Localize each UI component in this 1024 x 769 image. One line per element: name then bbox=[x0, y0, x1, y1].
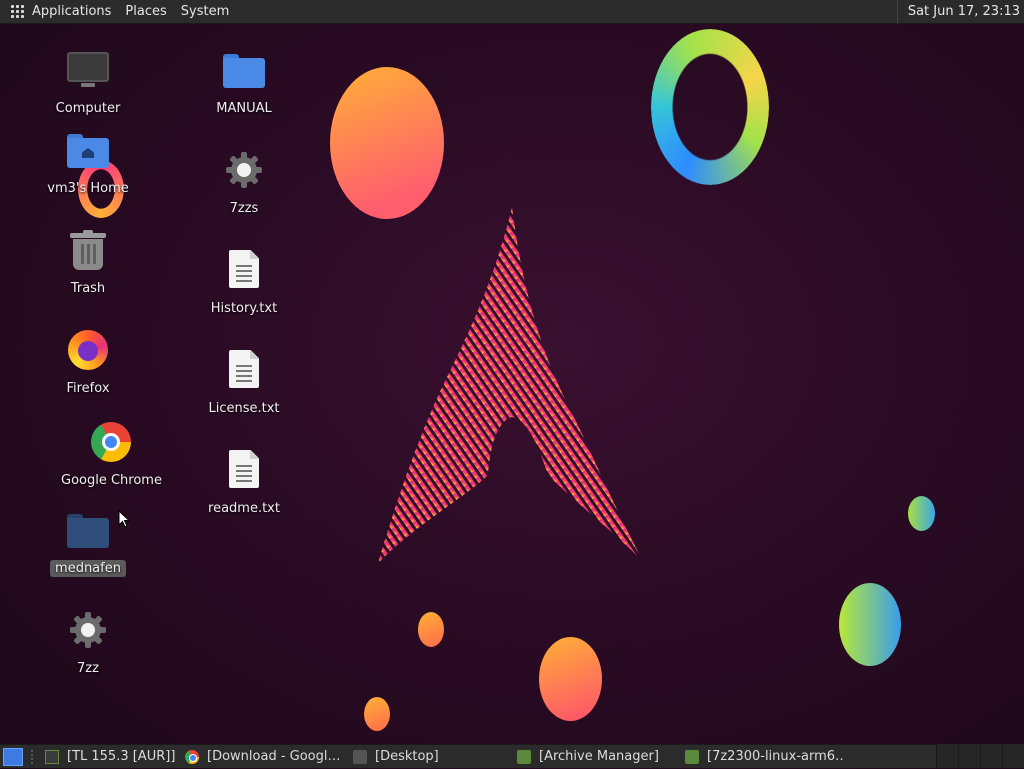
show-desktop-button[interactable] bbox=[3, 747, 23, 766]
taskbar-task-label: [Download - Googl… bbox=[207, 749, 341, 764]
workspace-2[interactable] bbox=[958, 744, 981, 768]
desktop-icon-label: Trash bbox=[70, 281, 106, 296]
taskbar-separator bbox=[31, 749, 35, 764]
desktop-icon-label: MANUAL bbox=[216, 101, 272, 116]
home-folder-icon bbox=[67, 134, 109, 168]
firefox-icon bbox=[68, 330, 108, 370]
menu-places[interactable]: Places bbox=[125, 4, 166, 19]
desktop-icon-trash[interactable]: Trash bbox=[33, 228, 143, 297]
terminal-icon bbox=[45, 749, 59, 764]
taskbar-task-label: [TL 155.3 [AUR]] bbox=[67, 749, 176, 764]
desktop-icon-label: 7zz bbox=[77, 661, 99, 676]
desktop-icon-label: History.txt bbox=[210, 301, 278, 316]
desktop-icon-7zzs[interactable]: 7zzs bbox=[189, 148, 299, 217]
archive-icon bbox=[685, 749, 699, 764]
menu-applications[interactable]: Applications bbox=[32, 4, 111, 19]
taskbar-task-label: [Desktop] bbox=[375, 749, 439, 764]
desktop-icon-home[interactable]: vm3's Home bbox=[33, 128, 143, 197]
wallpaper-orange-dot bbox=[418, 612, 444, 647]
trash-icon bbox=[70, 230, 106, 270]
desktop-icon bbox=[353, 749, 367, 764]
text-file-icon bbox=[229, 250, 259, 288]
desktop-icon-label: Computer bbox=[55, 101, 121, 116]
wallpaper-orange-oval-bottom bbox=[539, 637, 602, 721]
desktop-icon-7zz[interactable]: 7zz bbox=[33, 608, 143, 677]
workspace-1[interactable] bbox=[936, 744, 959, 768]
wallpaper-orange-oval bbox=[330, 67, 444, 219]
desktop-icon-label: readme.txt bbox=[208, 501, 280, 516]
desktop-icon-history-txt[interactable]: History.txt bbox=[189, 248, 299, 317]
desktop-icon-computer[interactable]: Computer bbox=[33, 48, 143, 117]
desktop-icon-label: Google Chrome bbox=[61, 473, 162, 488]
taskbar: [TL 155.3 [AUR]] [Download - Googl… [Des… bbox=[0, 744, 1024, 768]
desktop-icon-readme-txt[interactable]: readme.txt bbox=[189, 448, 299, 517]
desktop-icon-label: Firefox bbox=[66, 381, 110, 396]
computer-icon bbox=[67, 52, 109, 82]
desktop-icon-label: vm3's Home bbox=[47, 181, 129, 196]
top-panel: Applications Places System Sat Jun 17, 2… bbox=[0, 0, 1024, 24]
desktop-icon-firefox[interactable]: Firefox bbox=[33, 328, 143, 397]
desktop-icon-label: License.txt bbox=[208, 401, 280, 416]
folder-icon bbox=[67, 514, 109, 548]
desktop-icon-chrome[interactable]: Google Chrome bbox=[56, 420, 166, 489]
taskbar-task-terminal[interactable]: [TL 155.3 [AUR]] bbox=[45, 745, 185, 769]
folder-icon bbox=[223, 54, 265, 88]
desktop-icon-label: mednafen bbox=[50, 560, 126, 577]
taskbar-task-archive-manager[interactable]: [Archive Manager] bbox=[517, 745, 685, 769]
wallpaper-ring bbox=[651, 29, 769, 185]
taskbar-task-label: [7z2300-linux-arm6… bbox=[707, 749, 845, 764]
workspace-3[interactable] bbox=[980, 744, 1003, 768]
wallpaper-orange-dot-bottom bbox=[364, 697, 390, 731]
desktop-icon-label: 7zzs bbox=[229, 201, 259, 216]
text-file-icon bbox=[229, 450, 259, 488]
taskbar-task-desktop[interactable]: [Desktop] bbox=[353, 745, 517, 769]
archive-icon bbox=[517, 749, 531, 764]
chrome-icon bbox=[185, 749, 199, 764]
app-grid-icon[interactable] bbox=[11, 5, 24, 18]
menu-system[interactable]: System bbox=[181, 4, 229, 19]
clock[interactable]: Sat Jun 17, 23:13 bbox=[896, 0, 1020, 24]
desktop-icon-manual[interactable]: MANUAL bbox=[189, 48, 299, 117]
taskbar-task-label: [Archive Manager] bbox=[539, 749, 659, 764]
mouse-cursor-icon bbox=[118, 510, 130, 528]
chrome-icon bbox=[91, 422, 131, 462]
wallpaper-green-oval bbox=[908, 496, 935, 531]
arch-logo bbox=[378, 207, 644, 563]
text-file-icon bbox=[229, 350, 259, 388]
taskbar-task-chrome[interactable]: [Download - Googl… bbox=[185, 745, 353, 769]
gear-icon bbox=[70, 612, 106, 648]
taskbar-task-7z-archive[interactable]: [7z2300-linux-arm6… bbox=[685, 745, 845, 769]
gear-icon bbox=[226, 152, 262, 188]
workspace-4[interactable] bbox=[1002, 744, 1024, 768]
wallpaper-green-oval-large bbox=[839, 583, 901, 666]
desktop-icon-license-txt[interactable]: License.txt bbox=[189, 348, 299, 417]
